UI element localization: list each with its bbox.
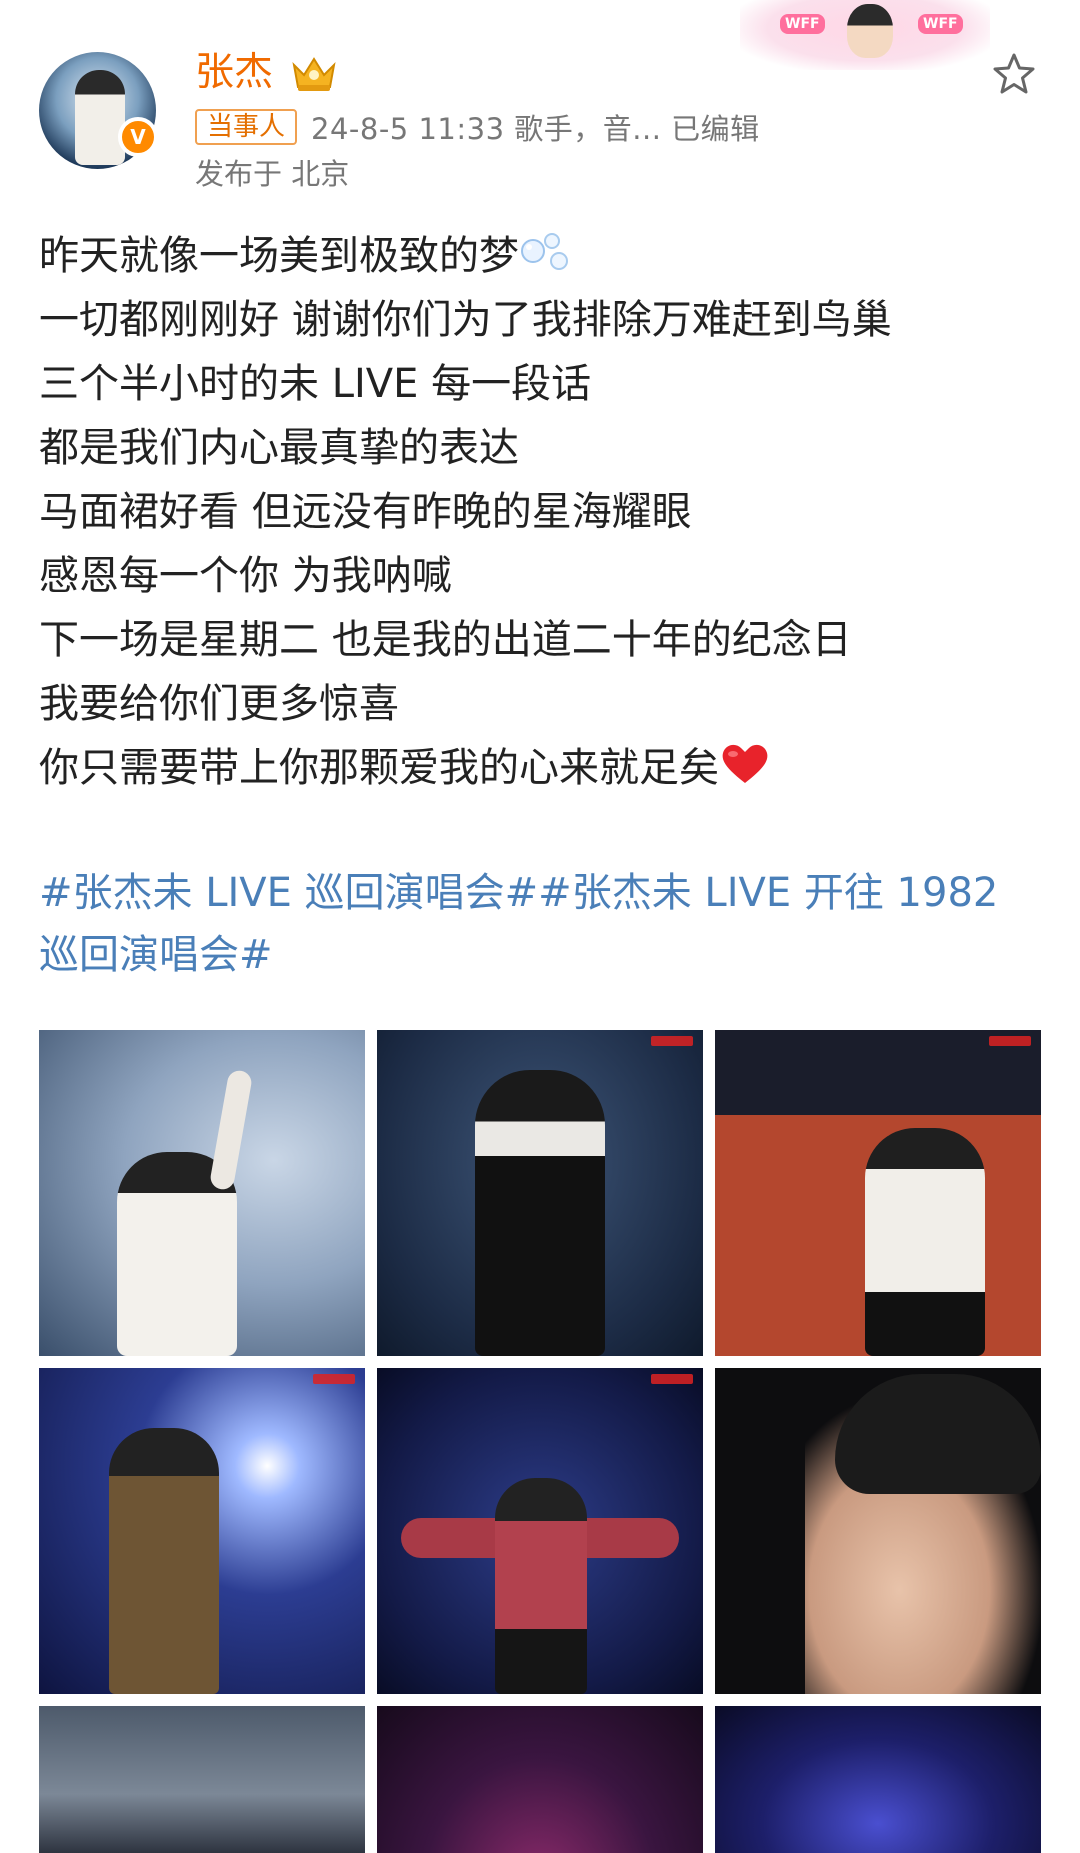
post-line-text: 下一场是星期二 也是我的出道二十年的纪念日 bbox=[39, 617, 852, 663]
avatar-figure bbox=[75, 70, 125, 165]
banner-portrait bbox=[847, 4, 893, 58]
role-badge: 当事人 bbox=[195, 109, 298, 145]
event-logo bbox=[989, 1036, 1031, 1046]
post-line-text: 都是我们内心最真挚的表达 bbox=[39, 425, 519, 471]
post-line: 感恩每一个你 为我呐喊 bbox=[39, 544, 1049, 608]
post-line: 都是我们内心最真挚的表达 bbox=[39, 416, 1049, 480]
banner-tag-right: WFF bbox=[918, 14, 963, 34]
photo-red-shirt-arms-open[interactable] bbox=[377, 1368, 703, 1694]
post-line-text: 三个半小时的未 LIVE 每一段话 bbox=[39, 361, 592, 407]
photo-grid bbox=[39, 1030, 1041, 1853]
post-line: 马面裙好看 但远没有昨晚的星海耀眼 bbox=[39, 480, 1049, 544]
event-logo bbox=[313, 1374, 355, 1384]
banner-tag-left: WFF bbox=[780, 14, 825, 34]
post-text: 昨天就像一场美到极致的梦 一切都刚刚好 谢谢你们为了我排除万难赶到鸟巢 三个半小… bbox=[39, 224, 1049, 800]
username[interactable]: 张杰 bbox=[195, 50, 273, 96]
photo-cloudy-sky[interactable] bbox=[39, 1706, 365, 1853]
post-line: 昨天就像一场美到极致的梦 bbox=[39, 224, 1049, 288]
heart-emoji bbox=[722, 744, 768, 783]
post-line-text: 马面裙好看 但远没有昨晚的星海耀眼 bbox=[39, 489, 692, 535]
event-logo bbox=[651, 1374, 693, 1384]
post-line-text: 你只需要带上你那颗爱我的心来就足矣 bbox=[39, 745, 719, 791]
photo-figure bbox=[865, 1128, 985, 1356]
hashtag-line[interactable]: 巡回演唱会# bbox=[39, 924, 1049, 986]
post-line-text: 一切都刚刚好 谢谢你们为了我排除万难赶到鸟巢 bbox=[39, 297, 892, 343]
post-line: 我要给你们更多惊喜 bbox=[39, 672, 1049, 736]
post-location: 发布于 北京 bbox=[195, 157, 350, 191]
photo-figure bbox=[475, 1070, 605, 1356]
post-line-text: 我要给你们更多惊喜 bbox=[39, 681, 399, 727]
photo-brown-coat-stadium[interactable] bbox=[39, 1368, 365, 1694]
hashtag-line[interactable]: #张杰未 LIVE 巡回演唱会##张杰未 LIVE 开往 1982 bbox=[39, 862, 1049, 924]
post-line: 三个半小时的未 LIVE 每一段话 bbox=[39, 352, 1049, 416]
bubbles-emoji bbox=[521, 233, 568, 270]
crown-icon bbox=[292, 57, 336, 91]
photo-sequin-jacket[interactable] bbox=[377, 1030, 703, 1356]
photo-hair bbox=[835, 1374, 1041, 1494]
post-line-text: 昨天就像一场美到极致的梦 bbox=[39, 233, 519, 279]
post-line-text: 感恩每一个你 为我呐喊 bbox=[39, 553, 452, 599]
event-logo bbox=[651, 1036, 693, 1046]
photo-figure bbox=[495, 1478, 587, 1694]
photo-pointing-stage[interactable] bbox=[715, 1030, 1041, 1356]
promo-banner[interactable]: WFF WFF bbox=[740, 0, 990, 70]
post-line: 你只需要带上你那颗爱我的心来就足矣 bbox=[39, 736, 1049, 800]
post-line: 下一场是星期二 也是我的出道二十年的纪念日 bbox=[39, 608, 1049, 672]
meta-row: 当事人 24-8-5 11:33 歌手，音... 已编辑 bbox=[195, 107, 760, 147]
photo-crowd-lights[interactable] bbox=[715, 1706, 1041, 1853]
photo-stage-roof[interactable] bbox=[377, 1706, 703, 1853]
hashtags[interactable]: #张杰未 LIVE 巡回演唱会##张杰未 LIVE 开往 1982 巡回演唱会# bbox=[39, 862, 1049, 986]
photo-face-closeup[interactable] bbox=[715, 1368, 1041, 1694]
star-icon[interactable] bbox=[990, 50, 1038, 98]
post-line: 一切都刚刚好 谢谢你们为了我排除万难赶到鸟巢 bbox=[39, 288, 1049, 352]
photo-wave-closeup[interactable] bbox=[39, 1030, 365, 1356]
photo-figure bbox=[109, 1428, 219, 1694]
post-meta: 24-8-5 11:33 歌手，音... 已编辑 bbox=[311, 112, 760, 146]
photo-arm bbox=[208, 1068, 254, 1192]
verified-icon: V bbox=[118, 117, 158, 157]
